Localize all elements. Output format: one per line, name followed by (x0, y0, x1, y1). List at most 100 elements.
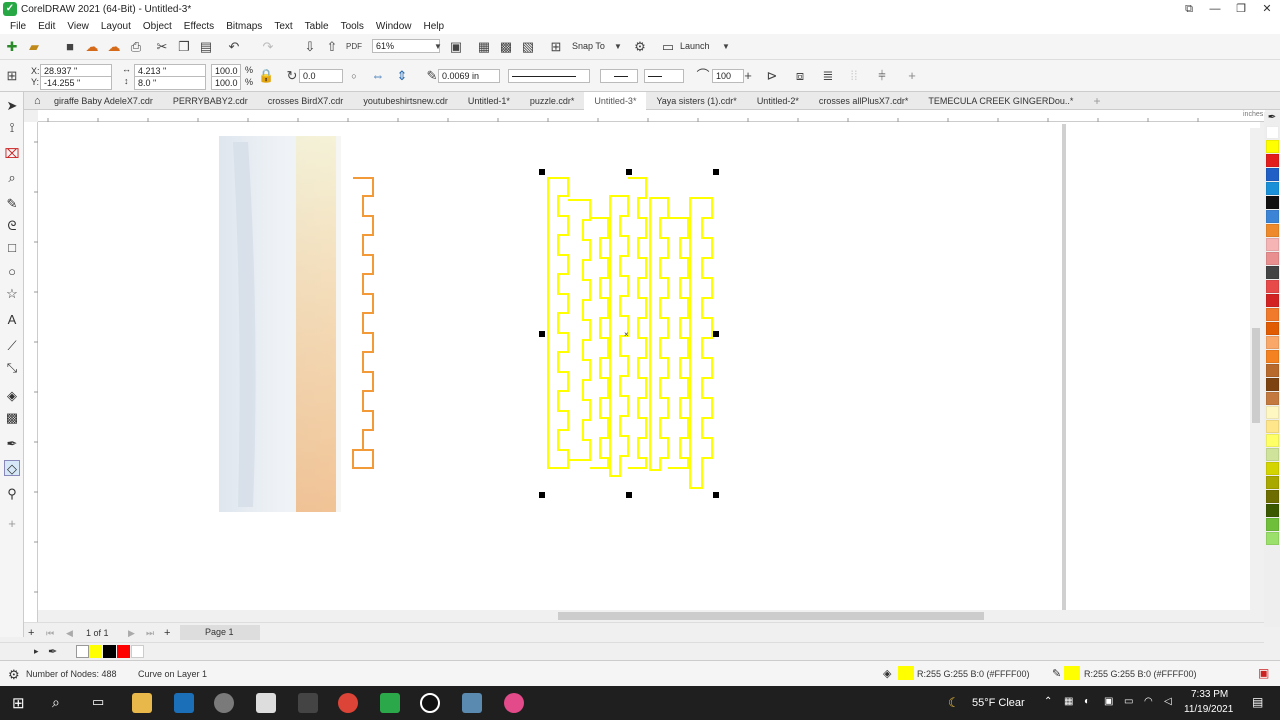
eyedropper-tool-icon[interactable]: ✒ (4, 436, 20, 452)
palette-swatch[interactable] (1266, 280, 1279, 293)
ellipse-tool-icon[interactable]: ○ (4, 264, 20, 280)
welcome-home-icon[interactable]: ⌂ (24, 92, 44, 110)
palette-swatch[interactable] (1266, 322, 1279, 335)
mirror-vertical-icon[interactable]: ⇕ (394, 68, 410, 84)
import-icon[interactable]: ⇩ (302, 39, 318, 55)
reference-photo[interactable] (219, 136, 341, 512)
palette-swatch[interactable] (1266, 266, 1279, 279)
camera-app-icon[interactable] (298, 693, 318, 713)
artistic-media-icon[interactable]: ᘓ (4, 218, 20, 234)
maximize-button[interactable]: ❐ (1228, 0, 1254, 18)
tab-perrybaby[interactable]: PERRYBABY2.cdr (163, 92, 258, 110)
blend-tool-icon[interactable]: ◈ (4, 388, 20, 404)
pick-tool-icon[interactable]: ➤ (4, 98, 20, 114)
clock-time[interactable]: 7:33 PM (1191, 689, 1228, 700)
corel-app-icon[interactable] (420, 693, 440, 713)
end-arrowhead-selector[interactable] (644, 69, 684, 83)
save-icon[interactable]: ■ (62, 39, 78, 55)
doc-palette-arrow-icon[interactable]: ▸ (34, 646, 39, 657)
tab-crosses-allplus[interactable]: crosses allPlusX7.cdr* (809, 92, 919, 110)
full-screen-icon[interactable]: ▣ (448, 39, 464, 55)
vertical-scrollbar[interactable] (1250, 128, 1262, 610)
tray-network-icon[interactable]: ▦ (1064, 696, 1073, 707)
close-button[interactable]: ✕ (1254, 0, 1280, 18)
menu-view[interactable]: View (61, 21, 95, 32)
align-nodes-icon[interactable]: ⫩ (874, 68, 890, 84)
smart-fill-icon[interactable]: ⚲ (4, 486, 20, 502)
show-guidelines-icon[interactable]: ▧ (520, 39, 536, 55)
transparency-tool-icon[interactable]: ▩ (4, 410, 20, 426)
wrap-text-icon[interactable]: ≣ (820, 68, 836, 84)
palette-swatch[interactable] (1266, 252, 1279, 265)
tab-untitled-2[interactable]: Untitled-2* (747, 92, 809, 110)
horizontal-scrollbar[interactable] (38, 610, 1260, 622)
add-tool-icon[interactable]: + (4, 516, 20, 532)
start-arrowhead-selector[interactable] (600, 69, 638, 83)
height-field[interactable]: 8.0 " (134, 76, 206, 90)
show-rulers-icon[interactable]: ▦ (476, 39, 492, 55)
launch-chevron-icon[interactable]: ▼ (718, 39, 734, 55)
tray-display-icon[interactable]: ▣ (1104, 696, 1113, 707)
cloud-upload-icon[interactable]: ☁ (84, 39, 100, 55)
weather-text[interactable]: 55°F Clear (972, 697, 1025, 709)
search-icon[interactable]: ⌕ (52, 694, 60, 711)
volume-icon[interactable]: ◁ (1164, 696, 1172, 707)
redo-icon[interactable]: ↷ (260, 39, 276, 55)
tray-app-icon[interactable]: ◐ (1084, 696, 1090, 707)
app-icon[interactable] (214, 693, 234, 713)
object-origin-icon[interactable]: ⊞ (4, 68, 20, 84)
publish-pdf-icon[interactable]: PDF (346, 39, 362, 55)
palette-swatch[interactable] (1266, 364, 1279, 377)
cut-icon[interactable]: ✂ (154, 39, 170, 55)
menu-file[interactable]: File (4, 21, 32, 32)
reflect-nodes-icon[interactable]: ⁞⁞ (846, 68, 862, 84)
palette-swatch[interactable] (1266, 504, 1279, 517)
new-document-icon[interactable]: ✚ (4, 39, 20, 55)
mirror-horizontal-icon[interactable]: ⇔ (370, 68, 386, 84)
file-explorer-icon[interactable] (132, 693, 152, 713)
coreldraw-taskbar-icon[interactable] (380, 693, 400, 713)
chrome-icon[interactable] (338, 693, 358, 713)
launch-label[interactable]: Launch (680, 41, 710, 51)
undo-icon[interactable]: ↶ (226, 39, 242, 55)
wifi-icon[interactable]: ◠ (1144, 696, 1153, 707)
horizontal-scroll-thumb[interactable] (558, 612, 984, 620)
status-settings-gear-icon[interactable]: ⚙ (8, 667, 20, 683)
palette-swatch[interactable] (1266, 140, 1279, 153)
tab-untitled-3[interactable]: Untitled-3* (584, 91, 647, 110)
paste-icon[interactable]: ▤ (198, 39, 214, 55)
polygon-star-icon[interactable]: ☆ (4, 286, 20, 302)
palette-swatch[interactable] (1266, 210, 1279, 223)
palette-swatch[interactable] (1266, 406, 1279, 419)
outline-width-field[interactable]: 0.0069 in (438, 69, 500, 83)
add-property-icon[interactable]: + (904, 68, 920, 84)
menu-object[interactable]: Object (137, 21, 178, 32)
snap-to-icon[interactable]: ⊞ (548, 39, 564, 55)
photo-paint-icon[interactable] (504, 693, 524, 713)
palette-swatch[interactable] (1266, 336, 1279, 349)
horizontal-ruler[interactable]: inches (38, 110, 1265, 122)
sharepoint-icon[interactable] (174, 693, 194, 713)
palette-swatch[interactable] (1266, 350, 1279, 363)
smoothing-plus-icon[interactable]: + (740, 68, 756, 84)
zoom-dropdown-chevron-icon[interactable]: ▼ (430, 39, 446, 55)
palette-swatch[interactable] (1266, 378, 1279, 391)
freehand-tool-icon[interactable]: ✎ (4, 196, 20, 212)
interactive-fill-icon[interactable]: ◇ (4, 460, 20, 476)
new-tab-plus-icon[interactable]: + (1083, 92, 1110, 110)
palette-eyedropper-icon[interactable]: ✒ (1264, 112, 1280, 126)
tray-battery-icon[interactable]: ▭ (1124, 696, 1133, 707)
y-position-field[interactable]: -14.255 " (40, 76, 112, 90)
connector-tool-icon[interactable]: ⤡ (4, 360, 20, 376)
rotation-field[interactable]: 0.0 (299, 69, 343, 83)
screen-tool-icon[interactable] (256, 693, 276, 713)
palette-swatch[interactable] (1266, 448, 1279, 461)
first-page-icon[interactable]: ⏮ (46, 628, 54, 639)
page-1-tab[interactable]: Page 1 (180, 625, 260, 640)
palette-swatch[interactable] (1266, 518, 1279, 531)
add-page-before-icon[interactable]: + (28, 627, 34, 639)
menu-bitmaps[interactable]: Bitmaps (220, 21, 268, 32)
palette-swatch[interactable] (1266, 182, 1279, 195)
vertical-ruler[interactable] (24, 122, 38, 622)
launch-icon[interactable]: ▭ (660, 39, 676, 55)
